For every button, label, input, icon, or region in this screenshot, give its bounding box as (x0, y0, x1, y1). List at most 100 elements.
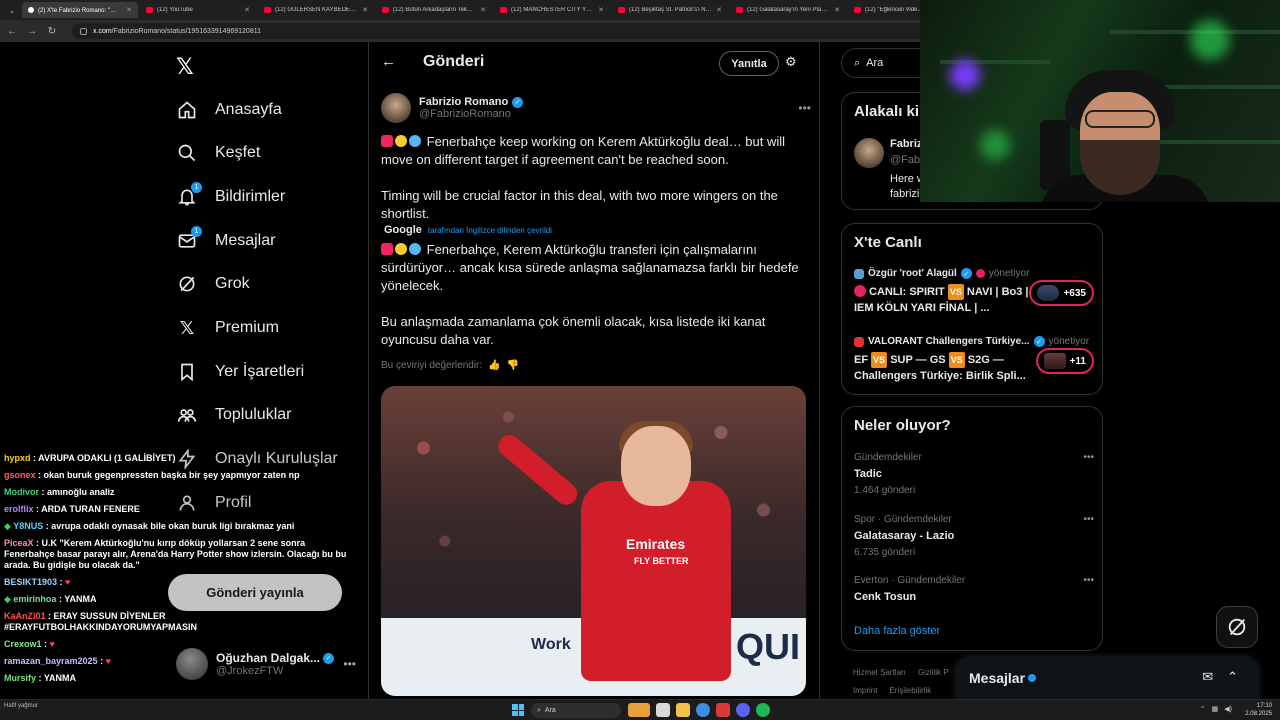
avatar (854, 336, 864, 347)
volume-icon[interactable]: ◀) (1224, 705, 1232, 713)
footer-link[interactable]: Erişilebilirlik (889, 686, 931, 695)
nav-label: Grok (215, 275, 250, 292)
author-handle[interactable]: @FabrizioRomano (419, 108, 523, 120)
settings-sliders-icon[interactable]: ⚙ (785, 54, 797, 70)
chat-username[interactable]: Modivor (4, 487, 39, 497)
chat-username[interactable]: Y8NUS (13, 521, 43, 531)
trend-item[interactable]: Everton · Gündemdekiler Cenk Tosun ••• (854, 575, 1094, 615)
show-more-link[interactable]: Daha fazla göster (854, 625, 940, 637)
url-field[interactable]: x.com/FabrizioRomano/status/195163391496… (72, 23, 932, 39)
discord-icon[interactable] (736, 703, 750, 717)
x-logo-icon[interactable]: 𝕏 (176, 54, 194, 80)
thumbs-down-icon[interactable]: 👎 (507, 360, 519, 371)
back-arrow-icon[interactable]: ← (6, 26, 18, 37)
messages-drawer[interactable]: Mesajlar ✉ ⌃ (956, 657, 1258, 699)
chat-username[interactable]: Crexow1 (4, 639, 42, 649)
live-item[interactable]: Özgür 'root' Alagül ✓ yönetiyor CANLI: SPI… (854, 268, 1094, 322)
nav-item-home[interactable]: Anasayfa (176, 95, 282, 125)
trend-item[interactable]: Gündemdekiler Tadic 1.464 gönderi ••• (854, 452, 1094, 502)
nav-item-premium[interactable]: 𝕏 Premium (176, 313, 279, 343)
media-icon[interactable] (716, 703, 730, 717)
footer-link[interactable]: Hizmet Şartları (853, 668, 906, 677)
chevron-up-icon[interactable]: ⌃ (1200, 705, 1206, 713)
more-icon[interactable]: ••• (1083, 575, 1094, 586)
more-icon[interactable]: ••• (1083, 514, 1094, 525)
nav-item-messages[interactable]: 1 Mesajlar (176, 226, 275, 256)
nav-item-explore[interactable]: Keşfet (176, 138, 260, 168)
tab-label: (12) MANCHESTER CITY YENİ X... (511, 7, 595, 13)
footer-links: Imprint Erişilebilirlik (853, 686, 931, 695)
chat-username[interactable]: Mursify (4, 673, 36, 683)
back-arrow-icon[interactable]: ← (381, 53, 396, 70)
author-name[interactable]: Fabrizio Romano (419, 96, 508, 108)
chevron-up-icon[interactable]: ⌃ (1227, 669, 1238, 685)
game-app-icon[interactable] (628, 703, 650, 717)
search-placeholder: Ara (866, 57, 884, 69)
tab-search-icon[interactable]: ⌄ (4, 3, 20, 17)
board-text: Work (531, 636, 571, 653)
close-icon[interactable]: ✕ (834, 6, 840, 14)
windows-start-icon[interactable] (512, 704, 524, 716)
reload-icon[interactable]: ↻ (46, 26, 58, 37)
close-icon[interactable]: ✕ (598, 6, 604, 14)
browser-tab[interactable]: (12) GÜLERSEN KAYBEDERSİN... ✕ (258, 2, 374, 18)
site-info-icon[interactable] (80, 27, 87, 35)
forward-arrow-icon[interactable]: → (26, 26, 38, 37)
chat-username[interactable]: ramazan_bayram2025 (4, 656, 98, 666)
grok-button[interactable] (1216, 606, 1258, 648)
chrome-icon[interactable] (696, 703, 710, 717)
chat-username[interactable]: hypxd (4, 453, 31, 463)
browser-tab[interactable]: (12) Galatasaray'ın Yeni Planı O... ✕ (730, 2, 846, 18)
more-icon[interactable]: ••• (1083, 452, 1094, 463)
live-host: VALORANT Challengers Türkiye... (868, 336, 1030, 347)
nav-item-notifications[interactable]: 1 Bildirimler (176, 182, 285, 212)
chat-message: KaAnZi01 : ERAY SUSSUN DİYENLER #ERAYFUT… (0, 608, 360, 636)
browser-tab[interactable]: (12) Beşiktaş St. Patrick's'i Nası... ✕ (612, 2, 728, 18)
live-listener-count[interactable]: +11 (1035, 348, 1094, 374)
avatar[interactable] (854, 138, 884, 168)
close-icon[interactable]: ✕ (126, 6, 132, 14)
new-message-icon[interactable]: ✉ (1202, 669, 1213, 685)
post-image[interactable]: Work QUI Emirates FLY BETTER 17 (381, 386, 806, 696)
close-icon[interactable]: ✕ (244, 6, 250, 14)
thumbs-up-icon[interactable]: 👍 (488, 360, 500, 371)
chat-username[interactable]: erolflix (4, 504, 34, 514)
chat-text: : YANMA (36, 673, 77, 683)
folder-icon[interactable] (676, 703, 690, 717)
trend-item[interactable]: Spor · Gündemdekiler Galatasaray - Lazio… (854, 514, 1094, 564)
file-icon[interactable] (656, 703, 670, 717)
reply-button[interactable]: Yanıtla (719, 51, 779, 76)
footer-link[interactable]: Gizlilik P (918, 668, 949, 677)
browser-tab[interactable]: (2) X'te Fabrizio Romano: "🚨🟡🔵 F ✕ (22, 2, 138, 18)
browser-tab[interactable]: (12) Bütün Arkadaşların Teknik... ✕ (376, 2, 492, 18)
taskbar-search[interactable]: ⌕ Ara (531, 703, 621, 718)
footer-link[interactable]: Imprint (853, 686, 877, 695)
more-icon[interactable]: ••• (798, 101, 811, 115)
live-item[interactable]: VALORANT Challengers Türkiye... ✓ yönetiyo… (854, 336, 1094, 390)
nav-item-communities[interactable]: Topluluklar (176, 400, 291, 430)
live-listener-count[interactable]: +635 (1029, 280, 1094, 306)
weather-label[interactable]: Hafif yağmur (4, 703, 38, 709)
live-title-part: CANLI: SPIRIT (869, 286, 948, 298)
chat-username[interactable]: gsonex (4, 470, 36, 480)
nav-item-bookmarks[interactable]: Yer İşaretleri (176, 357, 304, 387)
close-icon[interactable]: ✕ (480, 6, 486, 14)
clock[interactable]: 17:10 2.08.2025 (1245, 702, 1272, 718)
chat-username[interactable]: emirinhoa (13, 594, 56, 604)
chat-text: : (57, 577, 66, 587)
avatar[interactable] (381, 93, 411, 123)
network-icon[interactable]: ▦ (1212, 705, 1219, 713)
nav-item-grok[interactable]: Grok (176, 269, 250, 299)
related-name[interactable]: Fabriz (890, 138, 922, 150)
browser-tab[interactable]: (12) YouTube ✕ (140, 2, 256, 18)
spotify-icon[interactable] (756, 703, 770, 717)
translation-credit[interactable]: tarafından İngilizce dilinden çevrildi (428, 226, 552, 235)
close-icon[interactable]: ✕ (716, 6, 722, 14)
chat-username[interactable]: PiceaX (4, 538, 34, 548)
jersey-sponsor: Emirates (626, 536, 686, 552)
chat-username[interactable]: BESIKT1903 (4, 577, 57, 587)
browser-tab[interactable]: (12) MANCHESTER CITY YENİ X... ✕ (494, 2, 610, 18)
purple-light (950, 60, 980, 90)
close-icon[interactable]: ✕ (362, 6, 368, 14)
chat-username[interactable]: KaAnZi01 (4, 611, 46, 621)
